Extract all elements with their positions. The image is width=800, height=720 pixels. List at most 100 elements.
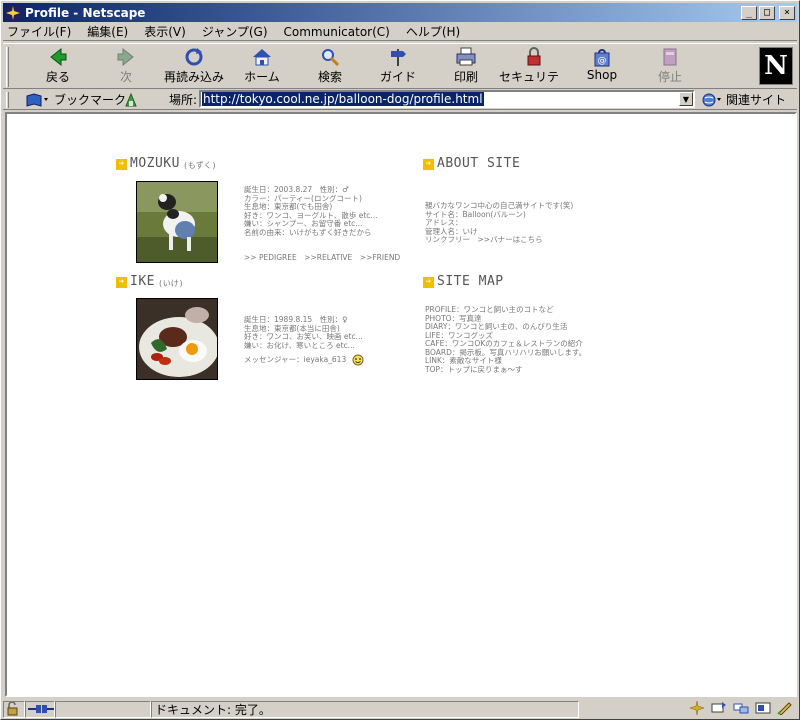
status-text: ドキュメント: 完了。: [151, 700, 579, 718]
guide-button[interactable]: ガイド: [363, 46, 433, 86]
page-proxy-icon[interactable]: [123, 92, 139, 108]
window-title: Profile - Netscape: [25, 5, 146, 20]
about-heading: ➔ ABOUT SITE: [423, 156, 520, 171]
lock-icon: [527, 47, 541, 66]
arrow-bullet-icon: ➔: [423, 159, 434, 170]
netscape-app-icon: [5, 4, 21, 21]
shop-bag-icon: @: [594, 49, 610, 67]
back-button[interactable]: 戻る: [23, 46, 93, 86]
home-icon: [253, 49, 271, 66]
ike-subtitle: (いけ): [157, 279, 184, 288]
stop-label: 停止: [657, 70, 682, 84]
ike-photo: [136, 298, 218, 380]
netscape-logo[interactable]: N: [759, 47, 793, 85]
url-dropdown-button[interactable]: ▼: [679, 92, 693, 106]
mozuku-info: 誕生日：2003.8.27 性別：♂ カラー：パーティー(ロングコート) 生息地…: [244, 185, 378, 237]
mozuku-links[interactable]: >> PEDIGREE >>RELATIVE >>FRIEND: [244, 253, 400, 263]
menu-help[interactable]: ヘルプ(H): [406, 23, 460, 40]
url-text: http://tokyo.cool.ne.jp/balloon-dog/prof…: [202, 92, 484, 106]
about-banner-link[interactable]: リンクフリー >>バナーはこちら: [425, 235, 573, 245]
ike-info: 誕生日：1989.8.15 性別：♀ 生息地：東京都(本当に田舎) 好き：ワンコ…: [244, 315, 363, 350]
discussions-icon[interactable]: [733, 701, 749, 715]
navigation-toolbar: 戻る 次 再読み込み ホーム 検索 ガイド 印刷 セキュリティ: [3, 43, 797, 101]
browser-window: Profile - Netscape _ □ × ファイル(F) 編集(E) 表…: [0, 0, 800, 720]
forward-arrow-icon: [117, 47, 134, 67]
reload-button[interactable]: 再読み込み: [159, 46, 229, 86]
search-button[interactable]: 検索: [295, 46, 365, 86]
svg-text:@: @: [598, 56, 607, 66]
connection-status-cell[interactable]: [25, 700, 55, 718]
title-bar[interactable]: Profile - Netscape _ □ ×: [3, 3, 797, 22]
menu-edit[interactable]: 編集(E): [87, 23, 128, 40]
related-label: 関連サイト: [726, 93, 787, 107]
mozuku-photo: [136, 181, 218, 263]
food-plate-image: [137, 299, 217, 379]
arrow-bullet-icon: ➔: [116, 277, 127, 288]
home-button[interactable]: ホーム: [227, 46, 297, 86]
ike-info-line: 嫌い：お化け、寒いところ etc...: [244, 340, 355, 350]
print-button[interactable]: 印刷: [431, 46, 501, 86]
home-label: ホーム: [244, 70, 280, 84]
edit-pencil-icon[interactable]: [777, 701, 793, 715]
mozuku-heading: ➔ MOZUKU (もずく): [116, 156, 217, 171]
forward-button[interactable]: 次: [91, 46, 161, 86]
sitemap-heading: ➔ SITE MAP: [423, 274, 504, 289]
ike-heading: ➔ IKE (いけ): [116, 274, 184, 289]
security-status-cell[interactable]: [3, 700, 25, 718]
menu-view[interactable]: 表示(V): [144, 23, 186, 40]
reload-label: 再読み込み: [163, 70, 224, 84]
dog-photo-image: [137, 182, 217, 262]
stop-button[interactable]: 停止: [635, 46, 705, 86]
bookmarks-button[interactable]: ブックマーク: [25, 91, 126, 108]
about-title: ABOUT SITE: [437, 156, 521, 171]
about-info: 親バカなワンコ中心の自己満サイトです(笑) サイト名：Balloon(バルーン)…: [425, 201, 573, 245]
minimize-button[interactable]: _: [741, 5, 757, 20]
back-arrow-icon: [50, 47, 67, 67]
unlocked-padlock-icon: [7, 702, 18, 716]
print-label: 印刷: [453, 70, 478, 84]
messenger-id: メッセンジャー：ieyaka_613: [244, 354, 347, 364]
location-label: 場所:: [169, 93, 198, 107]
maximize-button[interactable]: □: [759, 5, 775, 20]
sitemap-list: PROFILE：ワンコと飼い主のコトなど PHOTO：写真達 DIARY：ワンコ…: [425, 305, 586, 375]
page-content: ➔ MOZUKU (もずく) 誕生日：2003.8.27 性別：♂ カラー：パー…: [5, 112, 797, 697]
smiley-icon: [352, 354, 364, 366]
ike-messenger: メッセンジャー：ieyaka_613: [244, 354, 364, 366]
bookmark-book-icon: [26, 92, 48, 107]
bookmarks-label: ブックマーク: [54, 93, 127, 107]
shop-button[interactable]: @ Shop: [567, 46, 637, 86]
guide-label: ガイド: [379, 70, 416, 84]
arrow-bullet-icon: ➔: [423, 277, 434, 288]
back-label: 戻る: [45, 70, 70, 84]
close-button[interactable]: ×: [779, 5, 795, 20]
guide-signpost-icon: [391, 49, 406, 66]
composer-icon[interactable]: [755, 701, 771, 715]
menu-go[interactable]: ジャンプ(G): [202, 23, 268, 40]
mail-icon[interactable]: [711, 701, 727, 715]
menu-bar: ファイル(F) 編集(E) 表示(V) ジャンプ(G) Communicator…: [3, 23, 797, 41]
related-globe-icon: [702, 93, 721, 106]
progress-cell: [55, 700, 151, 718]
location-grip[interactable]: [6, 92, 9, 108]
menu-communicator[interactable]: Communicator(C): [284, 25, 390, 39]
online-plug-icon: [28, 705, 54, 713]
mozuku-subtitle: (もずく): [182, 161, 217, 170]
sitemap-link-top[interactable]: TOP：トップに戻りまぁ～す: [425, 365, 586, 375]
chevron-down-icon: ▼: [682, 94, 690, 104]
url-field[interactable]: http://tokyo.cool.ne.jp/balloon-dog/prof…: [199, 90, 695, 108]
forward-label: 次: [119, 70, 132, 84]
related-sites-button[interactable]: 関連サイト: [701, 91, 786, 108]
search-icon: [322, 49, 340, 67]
arrow-bullet-icon: ➔: [116, 159, 127, 170]
mozuku-title: MOZUKU: [130, 156, 180, 171]
security-button[interactable]: セキュリティ: [499, 46, 569, 101]
search-label: 検索: [317, 70, 342, 84]
navigator-icon[interactable]: [689, 701, 705, 715]
toolbar-grip[interactable]: [6, 47, 9, 87]
printer-icon: [456, 47, 476, 66]
sitemap-title: SITE MAP: [437, 274, 504, 289]
mozuku-info-line: 名前の由来：いけがもずく好きだから: [244, 227, 372, 237]
menu-file[interactable]: ファイル(F): [7, 23, 71, 40]
ike-title: IKE: [130, 274, 155, 289]
reload-icon: [185, 48, 203, 66]
